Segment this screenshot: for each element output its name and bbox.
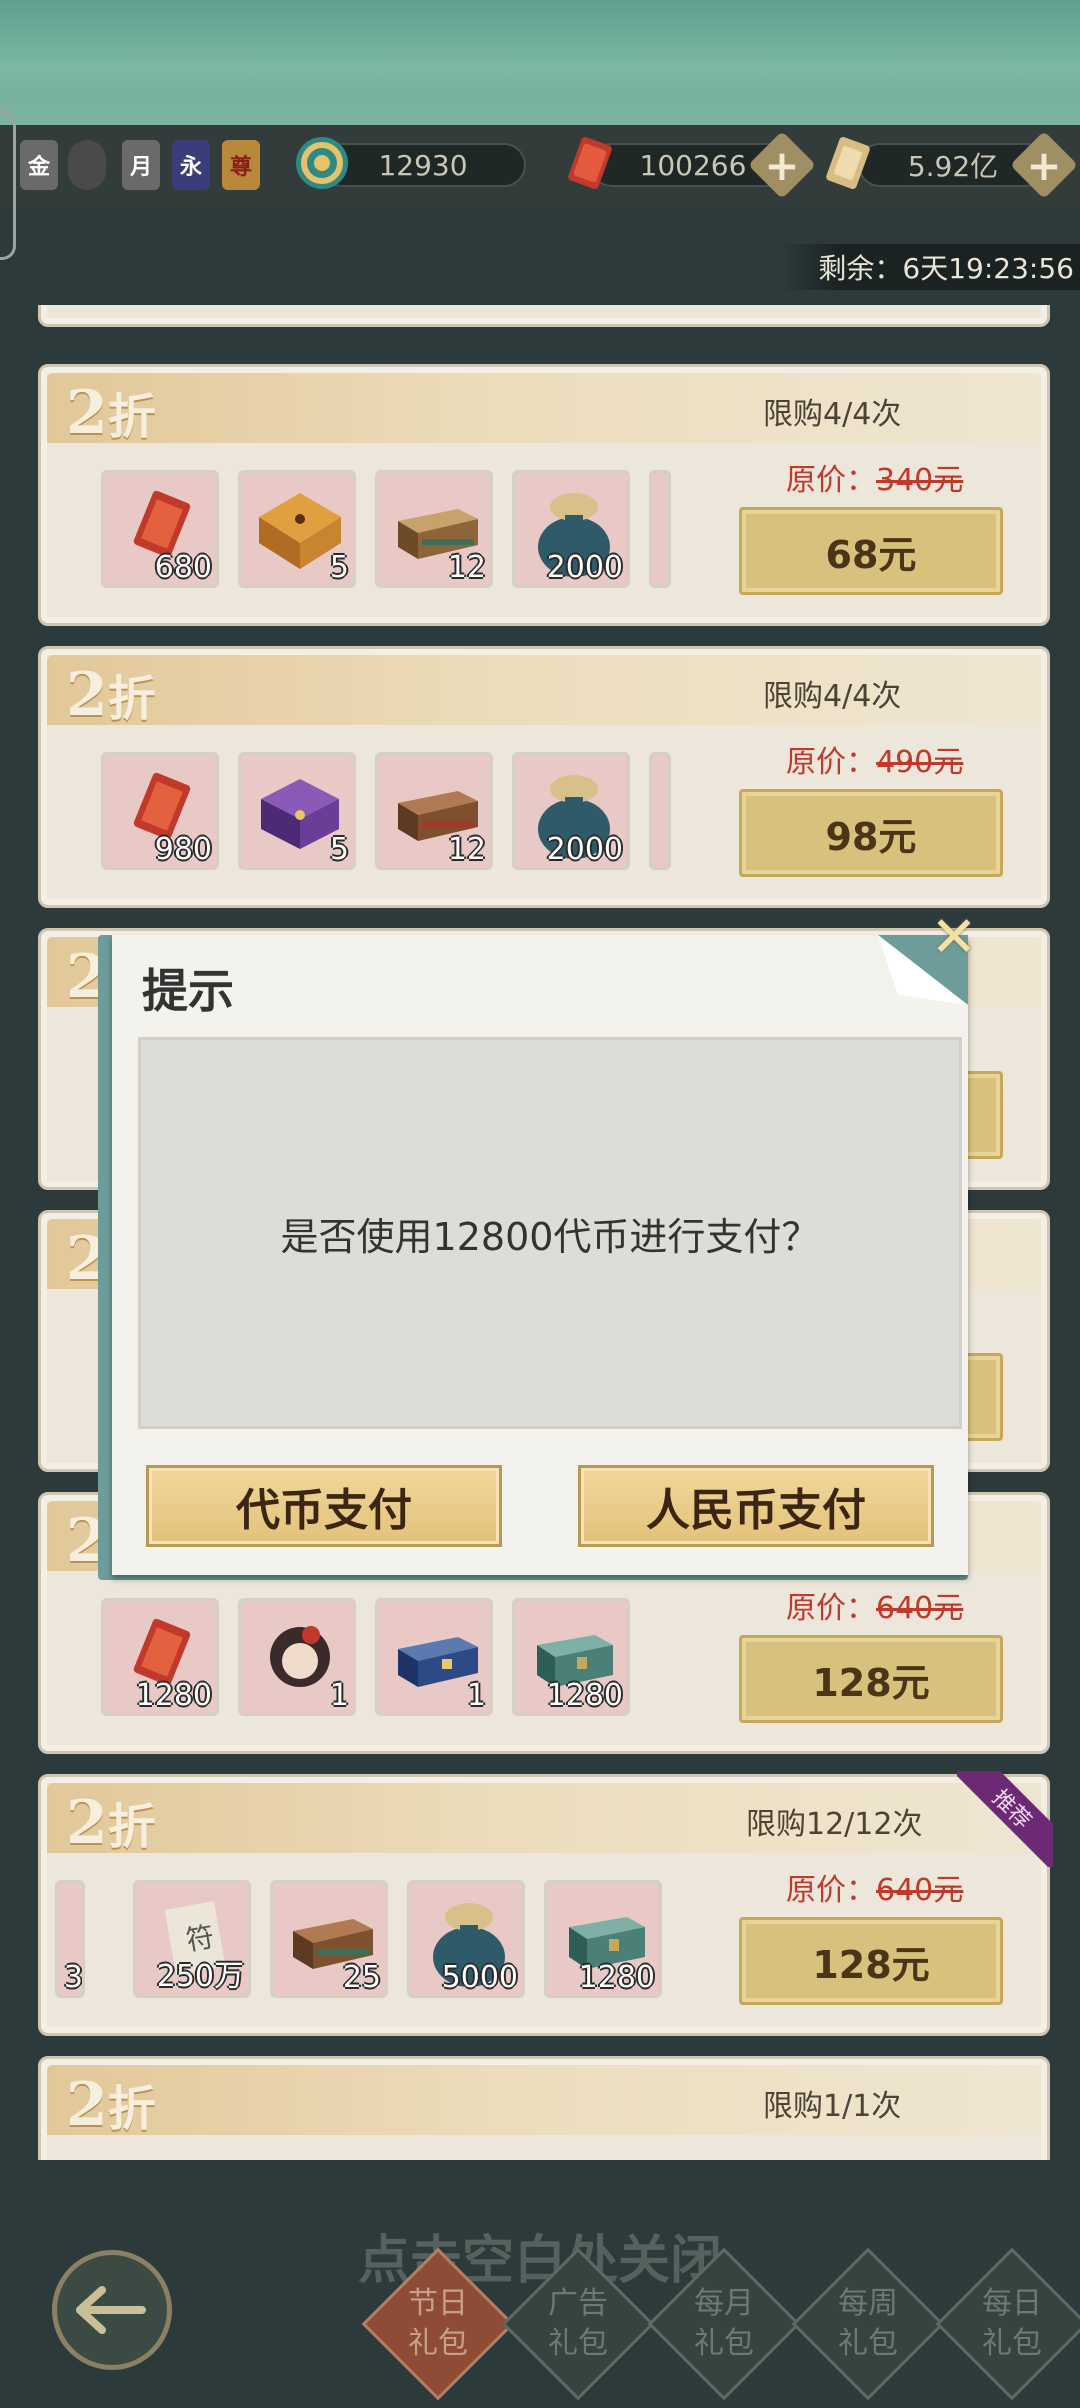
payment-dialog: 提示 是否使用12800代币进行支付？ 代币支付 人民币支付 [98,935,968,1580]
top-banner [0,0,1080,125]
resource-token-value: 100266 [639,148,747,182]
badge-label: 尊 [229,155,252,180]
vip-badge-emblem[interactable] [68,140,106,190]
rmb-pay-button[interactable]: 人民币支付 [578,1465,934,1547]
badge-label: 永 [179,155,202,180]
vip-badge-gold[interactable]: 金 [20,140,58,190]
token-pay-label: 代币支付 [236,1485,412,1536]
tab-ad-label: 广告 礼包 [524,2270,632,2378]
tab-monthly-label: 每月 礼包 [670,2270,778,2378]
plus-icon: + [764,140,800,190]
tab-line2: 礼包 [408,2326,468,2361]
tab-line1: 每周 [838,2286,898,2321]
tab-line1: 广告 [548,2286,608,2321]
dialog-title: 提示 [142,964,234,1018]
close-icon[interactable]: ✕ [928,910,980,966]
tab-line1: 每日 [982,2286,1042,2321]
rmb-pay-label: 人民币支付 [646,1485,866,1536]
tab-line2: 礼包 [982,2326,1042,2361]
resource-coin-value: 12930 [378,148,468,182]
plus-icon: + [1026,140,1062,190]
tab-line2: 礼包 [838,2326,898,2361]
tab-line1: 节日 [408,2286,468,2321]
tab-daily-label: 每日 礼包 [958,2270,1066,2378]
tab-festival-label: 节日 礼包 [384,2270,492,2378]
badge-label: 金 [27,155,50,180]
tab-line1: 每月 [694,2286,754,2321]
tab-line2: 礼包 [694,2326,754,2361]
dialog-message: 是否使用12800代币进行支付？ [280,1214,820,1259]
resource-scroll-value: 5.92亿 [907,150,999,183]
vip-badge-month[interactable]: 月 [122,140,160,190]
close-glyph: ✕ [930,905,978,970]
token-pay-button[interactable]: 代币支付 [146,1465,502,1547]
spiral-coin-icon [296,137,348,189]
add-token-button[interactable]: + [748,131,816,199]
dialog-panel: 提示 是否使用12800代币进行支付？ 代币支付 人民币支付 [112,935,968,1575]
dialog-message-box: 是否使用12800代币进行支付？ [138,1037,962,1429]
red-token-icon [568,137,612,189]
add-scroll-button[interactable]: + [1010,131,1078,199]
scroll-icon [826,137,870,189]
tab-weekly-label: 每周 礼包 [814,2270,922,2378]
vip-badge-supreme[interactable]: 尊 [222,140,260,190]
badge-label: 月 [129,155,152,180]
tab-line2: 礼包 [548,2326,608,2361]
vip-badge-forever[interactable]: 永 [172,140,210,190]
